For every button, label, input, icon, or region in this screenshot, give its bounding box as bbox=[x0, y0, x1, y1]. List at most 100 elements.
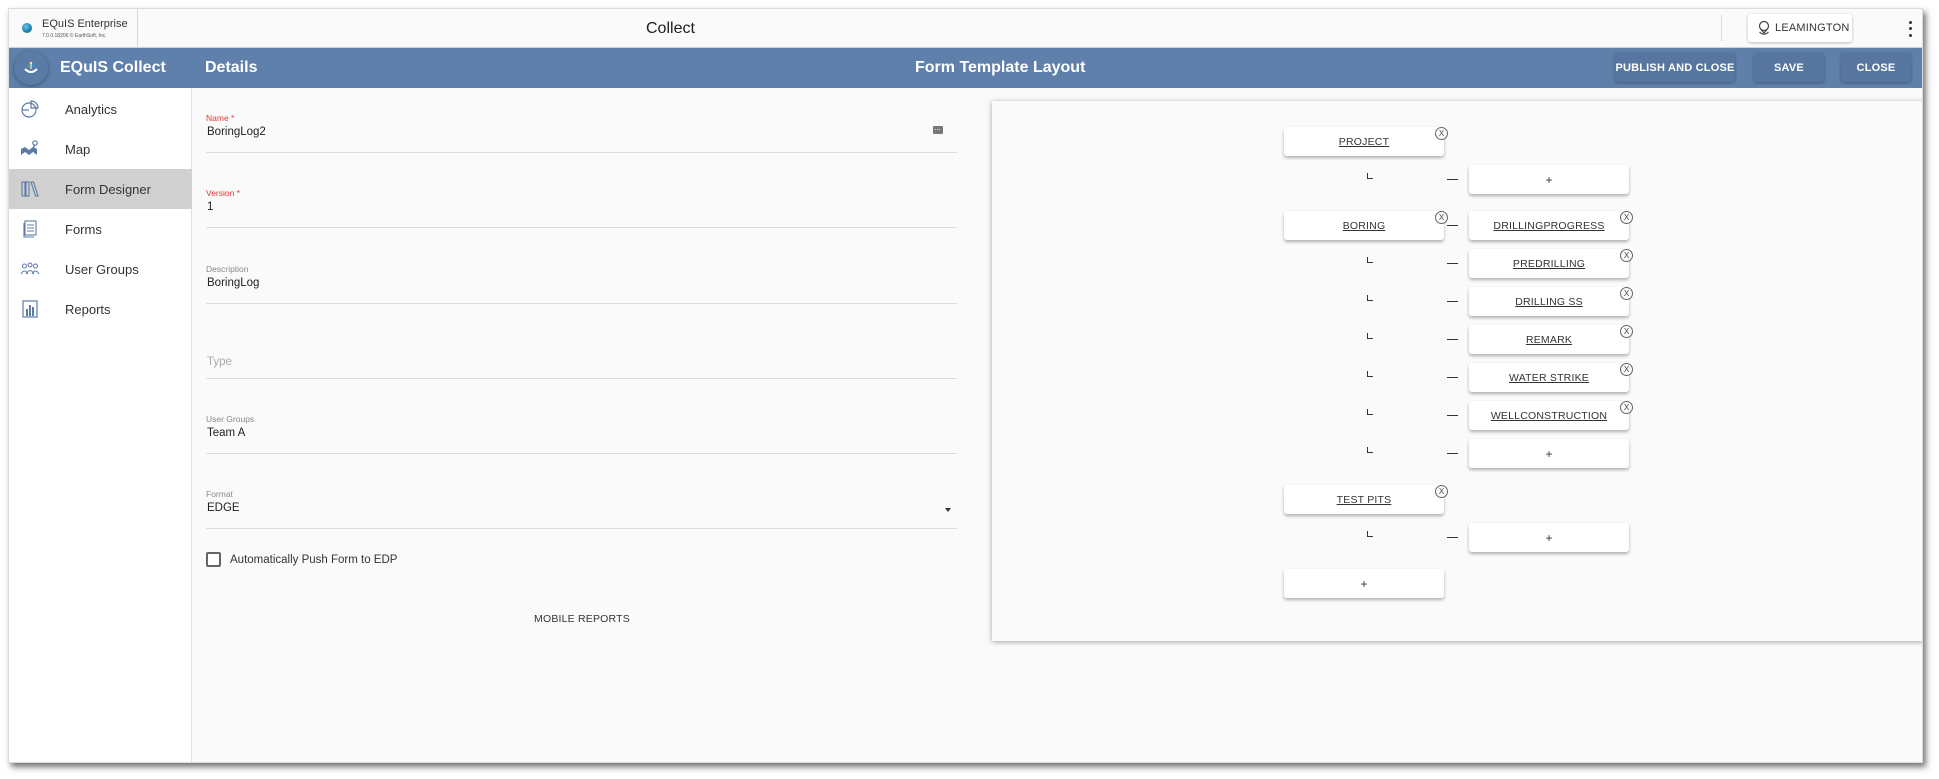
version-field[interactable]: Version * 1 bbox=[206, 188, 957, 228]
tree-connector bbox=[1447, 339, 1458, 340]
sidebar-item-label: User Groups bbox=[65, 261, 139, 277]
users-icon bbox=[20, 259, 40, 279]
child-label[interactable]: DRILLING SS bbox=[1515, 296, 1583, 308]
remove-child-icon[interactable]: X bbox=[1620, 249, 1633, 262]
type-field[interactable]: Type bbox=[206, 339, 957, 379]
remove-section-project-icon[interactable]: X bbox=[1435, 127, 1448, 140]
remove-child-icon[interactable]: X bbox=[1620, 211, 1633, 224]
plus-icon: + bbox=[1360, 576, 1368, 591]
tree-corner-icon bbox=[1367, 295, 1373, 301]
section-label[interactable]: PROJECT bbox=[1339, 136, 1389, 148]
child-drillingprogress[interactable]: DRILLINGPROGRESS bbox=[1469, 211, 1629, 240]
remove-child-icon[interactable]: X bbox=[1620, 401, 1633, 414]
section-label[interactable]: BORING bbox=[1343, 220, 1386, 232]
sidebar-item-map[interactable]: Map bbox=[9, 129, 192, 169]
hands-plant-icon bbox=[24, 61, 38, 73]
location-pin-icon bbox=[1758, 20, 1770, 35]
child-remark[interactable]: REMARK bbox=[1469, 325, 1629, 354]
user-groups-value[interactable]: Team A bbox=[207, 427, 245, 439]
map-icon bbox=[20, 139, 40, 159]
child-predrilling[interactable]: PREDRILLING bbox=[1469, 249, 1629, 278]
publish-and-close-button[interactable]: PUBLISH AND CLOSE bbox=[1615, 53, 1735, 82]
description-field[interactable]: Description BoringLog bbox=[206, 264, 957, 304]
tree-corner-icon bbox=[1367, 409, 1373, 415]
sidebar-item-label: Map bbox=[65, 141, 91, 157]
close-button[interactable]: CLOSE bbox=[1841, 53, 1911, 82]
form-template-layout: PROJECT X + BORING X DRILLINGPROGRESS X … bbox=[992, 101, 1922, 641]
more-options-icon[interactable] bbox=[1905, 19, 1915, 39]
remove-section-boring-icon[interactable]: X bbox=[1435, 211, 1448, 224]
app-title: Collect bbox=[646, 20, 695, 37]
brand[interactable]: EQuIS Enterprise 7.0.0.18206 © EarthSoft… bbox=[9, 9, 138, 47]
plus-icon: + bbox=[1545, 530, 1553, 545]
sidebar-item-label: Reports bbox=[65, 301, 111, 317]
remove-child-icon[interactable]: X bbox=[1620, 363, 1633, 376]
section-label[interactable]: TEST PITS bbox=[1337, 494, 1392, 506]
collect-header: EQuIS Collect bbox=[9, 48, 192, 88]
version-label: Version * bbox=[206, 188, 241, 198]
tree-corner-icon bbox=[1367, 257, 1373, 263]
plus-icon: + bbox=[1545, 172, 1553, 187]
tree-connector bbox=[1447, 453, 1458, 454]
text-field-icon[interactable] bbox=[933, 126, 943, 134]
child-label[interactable]: REMARK bbox=[1526, 334, 1572, 346]
collect-logo-icon[interactable] bbox=[14, 51, 48, 85]
header-bar: EQuIS Collect Details Form Template Layo… bbox=[9, 48, 1922, 88]
child-label[interactable]: WELLCONSTRUCTION bbox=[1491, 410, 1607, 422]
child-drilling-ss[interactable]: DRILLING SS bbox=[1469, 287, 1629, 316]
sidebar-item-form-designer[interactable]: Form Designer bbox=[9, 169, 192, 209]
auto-push-label: Automatically Push Form to EDP bbox=[230, 553, 398, 566]
description-value[interactable]: BoringLog bbox=[207, 277, 259, 289]
app-window: EQuIS Enterprise 7.0.0.18206 © EarthSoft… bbox=[8, 8, 1923, 763]
sidebar-item-label: Forms bbox=[65, 221, 102, 237]
version-value[interactable]: 1 bbox=[207, 201, 213, 213]
sidebar-item-label: Form Designer bbox=[65, 181, 151, 197]
brand-name: EQuIS Enterprise bbox=[42, 17, 128, 30]
format-label: Format bbox=[206, 489, 233, 499]
dropdown-arrow-icon[interactable] bbox=[945, 508, 951, 512]
name-label: Name * bbox=[206, 113, 235, 123]
format-select[interactable]: Format EDGE bbox=[206, 489, 957, 529]
section-project[interactable]: PROJECT bbox=[1284, 127, 1444, 156]
child-label[interactable]: PREDRILLING bbox=[1513, 258, 1585, 270]
name-field[interactable]: Name * BoringLog2 bbox=[206, 113, 957, 153]
user-groups-label: User Groups bbox=[206, 414, 255, 424]
details-title: Details bbox=[205, 59, 258, 76]
remove-child-icon[interactable]: X bbox=[1620, 287, 1633, 300]
user-label: LEAMINGTON bbox=[1775, 22, 1850, 34]
library-icon bbox=[20, 179, 40, 199]
sidebar-item-forms[interactable]: Forms bbox=[9, 209, 192, 249]
add-section-button[interactable]: + bbox=[1284, 569, 1444, 598]
layout-title: Form Template Layout bbox=[915, 59, 1086, 76]
add-child-project-button[interactable]: + bbox=[1469, 165, 1629, 194]
add-child-test-pits-button[interactable]: + bbox=[1469, 523, 1629, 552]
auto-push-checkbox[interactable] bbox=[206, 552, 221, 567]
section-boring[interactable]: BORING bbox=[1284, 211, 1444, 240]
remove-section-test-pits-icon[interactable]: X bbox=[1435, 485, 1448, 498]
description-label: Description bbox=[206, 264, 249, 274]
auto-push-checkbox-row[interactable]: Automatically Push Form to EDP bbox=[206, 552, 397, 567]
tree-connector bbox=[1447, 537, 1458, 538]
sidebar-item-analytics[interactable]: Analytics bbox=[9, 89, 192, 129]
name-value[interactable]: BoringLog2 bbox=[207, 126, 266, 138]
tree-corner-icon bbox=[1367, 447, 1373, 453]
child-label[interactable]: DRILLINGPROGRESS bbox=[1493, 220, 1604, 232]
child-water-strike[interactable]: WATER STRIKE bbox=[1469, 363, 1629, 392]
sidebar-item-reports[interactable]: Reports bbox=[9, 289, 192, 329]
user-groups-field[interactable]: User Groups Team A bbox=[206, 414, 957, 454]
remove-child-icon[interactable]: X bbox=[1620, 325, 1633, 338]
details-form: Name * BoringLog2 Version * 1 Descriptio… bbox=[192, 88, 972, 762]
child-wellconstruction[interactable]: WELLCONSTRUCTION bbox=[1469, 401, 1629, 430]
tree-connector bbox=[1447, 377, 1458, 378]
section-test-pits[interactable]: TEST PITS bbox=[1284, 485, 1444, 514]
add-child-boring-button[interactable]: + bbox=[1469, 439, 1629, 468]
divider bbox=[1721, 15, 1722, 41]
child-label[interactable]: WATER STRIKE bbox=[1509, 372, 1589, 384]
user-facility-button[interactable]: LEAMINGTON bbox=[1748, 14, 1852, 42]
tree-connector bbox=[1447, 301, 1458, 302]
save-button[interactable]: SAVE bbox=[1754, 53, 1824, 82]
mobile-reports-button[interactable]: MOBILE REPORTS bbox=[534, 613, 630, 625]
document-icon bbox=[20, 219, 40, 239]
tree-connector bbox=[1447, 225, 1458, 226]
sidebar-item-user-groups[interactable]: User Groups bbox=[9, 249, 192, 289]
